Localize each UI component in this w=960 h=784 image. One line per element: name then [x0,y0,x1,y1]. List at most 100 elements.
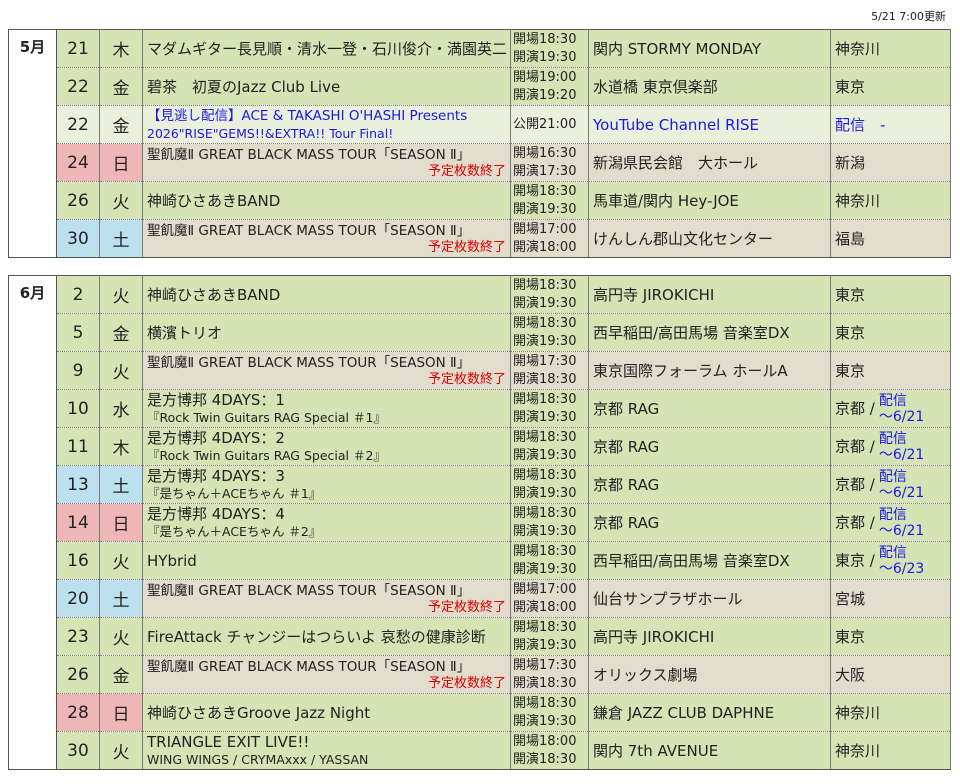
schedule-row: 22 金碧茶 初夏のJazz Club Live 開場19:00 開演19:20 水道橋… [9,67,951,106]
doors-open-time: 開場18:30 [513,467,577,483]
event-title[interactable]: 横濱トリオ [147,322,506,343]
event-title[interactable]: 是方博邦 4DAYS：1 [147,391,506,409]
event-venue[interactable]: 水道橋 東京倶楽部 [588,67,831,106]
doors-open-time: 開場17:30 [513,657,577,673]
event-venue[interactable]: 京都 RAG [588,465,831,504]
event-title-cell[interactable]: 聖飢魔Ⅱ GREAT BLACK MASS TOUR「SEASON Ⅱ」 予定枚数… [142,219,511,258]
stream-label[interactable]: 配信 [879,469,924,485]
event-title[interactable]: FireAttack チャンジーはつらいよ 哀愁の健康診断 [147,626,506,647]
event-venue[interactable]: YouTube Channel RISE [588,105,831,144]
event-title-cell[interactable]: 是方博邦 4DAYS：1 『Rock Twin Guitars RAG Speci… [142,389,511,428]
stream-link[interactable]: 配信 ～6/21 [879,507,924,539]
event-weekday: 土 [99,579,143,618]
event-venue[interactable]: 京都 RAG [588,503,831,542]
sold-out-notice: 予定枚数終了 [427,600,506,615]
event-title[interactable]: 神崎ひさあきBAND [147,284,506,305]
doors-open-time: 開場18:30 [513,183,577,199]
event-day: 28 [56,693,100,732]
event-subtitle: 『是ちゃん＋ACEちゃん ＃2』 [147,523,322,539]
stream-link[interactable]: 配信 ～6/21 [879,469,924,501]
event-title-cell[interactable]: 是方博邦 4DAYS：4 『是ちゃん＋ACEちゃん ＃2』 [142,503,511,542]
event-title[interactable]: 是方博邦 4DAYS：3 [147,467,506,485]
event-title[interactable]: マダムギター長見順・清水一登・石川俊介・満園英二 [147,38,507,59]
event-venue[interactable]: 仙台サンプラザホール [588,579,831,618]
event-times: 公開21:00 [510,105,589,144]
stream-link[interactable]: 配信 ～6/23 [879,545,924,577]
event-title-cell[interactable]: 神崎ひさあきBAND [142,275,511,314]
event-title[interactable]: 神崎ひさあきGroove Jazz Night [147,702,506,723]
show-start-time: 開演19:30 [513,49,577,65]
event-title-cell[interactable]: 是方博邦 4DAYS：3 『是ちゃん＋ACEちゃん ＃1』 [142,465,511,504]
event-times: 開場17:30 開演18:30 [510,655,589,694]
stream-label[interactable]: 配信 [879,431,924,447]
event-title-cell[interactable]: 聖飢魔Ⅱ GREAT BLACK MASS TOUR「SEASON Ⅱ」 予定枚数… [142,351,511,390]
schedule-row: 24 日聖飢魔Ⅱ GREAT BLACK MASS TOUR「SEASON Ⅱ」予… [9,143,951,182]
event-venue[interactable]: 西早稲田/高田馬場 音楽室DX [588,541,831,580]
event-title-cell[interactable]: TRIANGLE EXIT LIVE!! WING WINGS / CRYMAxx… [142,731,511,770]
stream-label[interactable]: 配信 [879,507,924,523]
event-title[interactable]: 聖飢魔Ⅱ GREAT BLACK MASS TOUR「SEASON Ⅱ」 [147,354,506,372]
event-day: 26 [56,655,100,694]
event-title-cell[interactable]: 神崎ひさあきBAND [142,181,511,220]
event-title[interactable]: 是方博邦 4DAYS：2 [147,429,506,447]
event-title[interactable]: 神崎ひさあきBAND [147,190,506,211]
area-label: 新潟 [835,154,866,172]
event-venue[interactable]: 高円寺 JIROKICHI [588,617,831,656]
schedule-row: 11 木是方博邦 4DAYS：2 『Rock Twin Guitars RAG Sp… [9,427,951,466]
doors-open-time: 開場18:30 [513,505,577,521]
event-venue[interactable]: 京都 RAG [588,389,831,428]
event-title-cell[interactable]: 聖飢魔Ⅱ GREAT BLACK MASS TOUR「SEASON Ⅱ」 予定枚数… [142,579,511,618]
stream-label[interactable]: 配信 [879,393,924,409]
event-title-cell[interactable]: 碧茶 初夏のJazz Club Live [142,67,511,106]
event-venue[interactable]: 新潟県民会館 大ホール [588,143,831,182]
event-title[interactable]: TRIANGLE EXIT LIVE!! [147,733,506,751]
event-venue[interactable]: 鎌倉 JAZZ CLUB DAPHNE [588,693,831,732]
event-area: 新潟 [830,143,951,182]
event-title[interactable]: 聖飢魔Ⅱ GREAT BLACK MASS TOUR「SEASON Ⅱ」 [147,658,506,676]
event-venue[interactable]: 高円寺 JIROKICHI [588,275,831,314]
event-venue[interactable]: 関内 STORMY MONDAY [588,29,831,68]
stream-link[interactable]: 配信 ～6/21 [879,431,924,463]
event-title-cell[interactable]: 横濱トリオ [142,313,511,352]
event-title[interactable]: 聖飢魔Ⅱ GREAT BLACK MASS TOUR「SEASON Ⅱ」 [147,582,506,600]
event-title[interactable]: 碧茶 初夏のJazz Club Live [147,76,506,97]
event-venue[interactable]: 東京国際フォーラム ホールA [588,351,831,390]
event-area: 神奈川 [830,181,951,220]
event-title[interactable]: 【見逃し配信】ACE & TAKASHI O'HASHI Presents [147,107,506,125]
event-subtitle: 『是ちゃん＋ACEちゃん ＃1』 [147,485,322,501]
event-venue[interactable]: けんしん郡山文化センター [588,219,831,258]
event-title[interactable]: 聖飢魔Ⅱ GREAT BLACK MASS TOUR「SEASON Ⅱ」 [147,146,506,164]
schedule-row: 30 土聖飢魔Ⅱ GREAT BLACK MASS TOUR「SEASON Ⅱ」予… [9,219,951,258]
schedule-row: 28 日神崎ひさあきGroove Jazz Night 開場18:30 開演19:30… [9,693,951,732]
event-venue[interactable]: オリックス劇場 [588,655,831,694]
doors-open-time: 開場18:30 [513,31,577,47]
event-day: 22 [56,105,100,144]
event-title[interactable]: HYbrid [147,552,506,570]
event-day: 22 [56,67,100,106]
event-title-cell[interactable]: 聖飢魔Ⅱ GREAT BLACK MASS TOUR「SEASON Ⅱ」 予定枚数… [142,143,511,182]
event-venue[interactable]: 関内 7th AVENUE [588,731,831,770]
event-title-cell[interactable]: 聖飢魔Ⅱ GREAT BLACK MASS TOUR「SEASON Ⅱ」 予定枚数… [142,655,511,694]
month-schedule-table: 6月 2 火神崎ひさあきBAND 開場18:30 開演19:30 高円寺 JIROKICH… [8,275,951,770]
event-title-cell[interactable]: マダムギター長見順・清水一登・石川俊介・満園英二 [142,29,511,68]
event-venue[interactable]: 西早稲田/高田馬場 音楽室DX [588,313,831,352]
event-area: 京都 / 配信 ～6/21 [830,503,951,542]
stream-label[interactable]: 配信 [879,545,924,561]
event-venue[interactable]: 京都 RAG [588,427,831,466]
event-title-cell[interactable]: 是方博邦 4DAYS：2 『Rock Twin Guitars RAG Speci… [142,427,511,466]
event-title-cell[interactable]: HYbrid [142,541,511,580]
event-area: 大阪 [830,655,951,694]
event-day: 9 [56,351,100,390]
event-area: 東京 [830,351,951,390]
event-times: 開場17:30 開演18:30 [510,351,589,390]
event-area: 東京 / 配信 ～6/23 [830,541,951,580]
event-venue[interactable]: 馬車道/関内 Hey-JOE [588,181,831,220]
event-title-cell[interactable]: FireAttack チャンジーはつらいよ 哀愁の健康診断 [142,617,511,656]
event-title-cell[interactable]: 神崎ひさあきGroove Jazz Night [142,693,511,732]
stream-link[interactable]: 配信 ～6/21 [879,393,924,425]
event-area: 神奈川 [830,29,951,68]
event-title-cell[interactable]: 【見逃し配信】ACE & TAKASHI O'HASHI Presents 202… [142,105,511,144]
event-title[interactable]: 聖飢魔Ⅱ GREAT BLACK MASS TOUR「SEASON Ⅱ」 [147,222,506,240]
event-title[interactable]: 是方博邦 4DAYS：4 [147,505,506,523]
area-label: 東京 [835,286,866,304]
